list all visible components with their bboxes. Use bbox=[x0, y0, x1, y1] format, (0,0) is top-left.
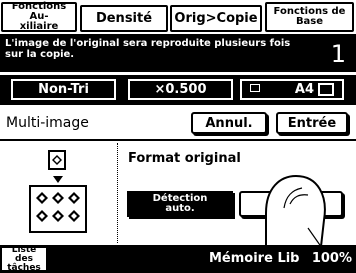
auto-detection-button[interactable]: Détection auto. bbox=[127, 191, 233, 217]
panel-header: Multi-image Annul. Entrée bbox=[0, 107, 356, 141]
tab-basic-functions-label: Fonctions de Base bbox=[273, 6, 346, 27]
cancel-button[interactable]: Annul. bbox=[191, 112, 267, 134]
paper-tray-icon bbox=[250, 84, 260, 92]
message-bar: L'image de l'original sera reproduite pl… bbox=[0, 34, 356, 72]
job-list-label: Liste des tâches bbox=[7, 244, 41, 273]
original-page-icon bbox=[48, 150, 66, 170]
message-text: L'image de l'original sera reproduite pl… bbox=[5, 38, 291, 60]
tab-auxiliary-functions[interactable]: Fonctions Au- xiliaire bbox=[1, 2, 77, 32]
tab-original-to-copy[interactable]: Orig>Copie bbox=[170, 5, 262, 32]
tab-density[interactable]: Densité bbox=[80, 5, 168, 32]
cancel-button-label: Annul. bbox=[205, 115, 253, 131]
memory-label: Mémoire Lib bbox=[209, 251, 300, 266]
memory-percent: 100% bbox=[311, 251, 352, 266]
zoom-ratio-label: ×0.500 bbox=[154, 82, 207, 97]
status-bar: Liste des tâches Mémoire Lib 100% bbox=[0, 245, 356, 273]
copy-count: 1 bbox=[330, 40, 346, 68]
sort-mode-label: Non-Tri bbox=[38, 82, 89, 97]
enter-button[interactable]: Entrée bbox=[276, 112, 348, 134]
zoom-ratio-button[interactable]: ×0.500 bbox=[127, 78, 234, 101]
sort-mode-button[interactable]: Non-Tri bbox=[10, 78, 117, 101]
tab-original-to-copy-label: Orig>Copie bbox=[174, 11, 258, 26]
paper-size-label: A4 bbox=[294, 82, 314, 97]
format-label: Format original bbox=[128, 151, 241, 166]
paper-size-button[interactable]: A4 bbox=[239, 78, 345, 101]
arrow-down-icon bbox=[53, 176, 63, 183]
panel-title: Multi-image bbox=[6, 115, 89, 131]
job-list-button[interactable]: Liste des tâches bbox=[2, 244, 46, 273]
tab-density-label: Densité bbox=[95, 11, 153, 26]
settings-row: Non-Tri ×0.500 A4 bbox=[0, 75, 356, 105]
tab-basic-functions[interactable]: Fonctions de Base bbox=[265, 2, 354, 32]
auto-detection-label: Détection auto. bbox=[152, 193, 208, 214]
multi-copy-page-icon bbox=[29, 185, 87, 233]
paper-orientation-icon bbox=[318, 83, 334, 96]
multi-image-illustration bbox=[0, 143, 118, 243]
tab-auxiliary-functions-label: Fonctions Au- xiliaire bbox=[11, 1, 67, 32]
enter-button-label: Entrée bbox=[287, 115, 337, 131]
